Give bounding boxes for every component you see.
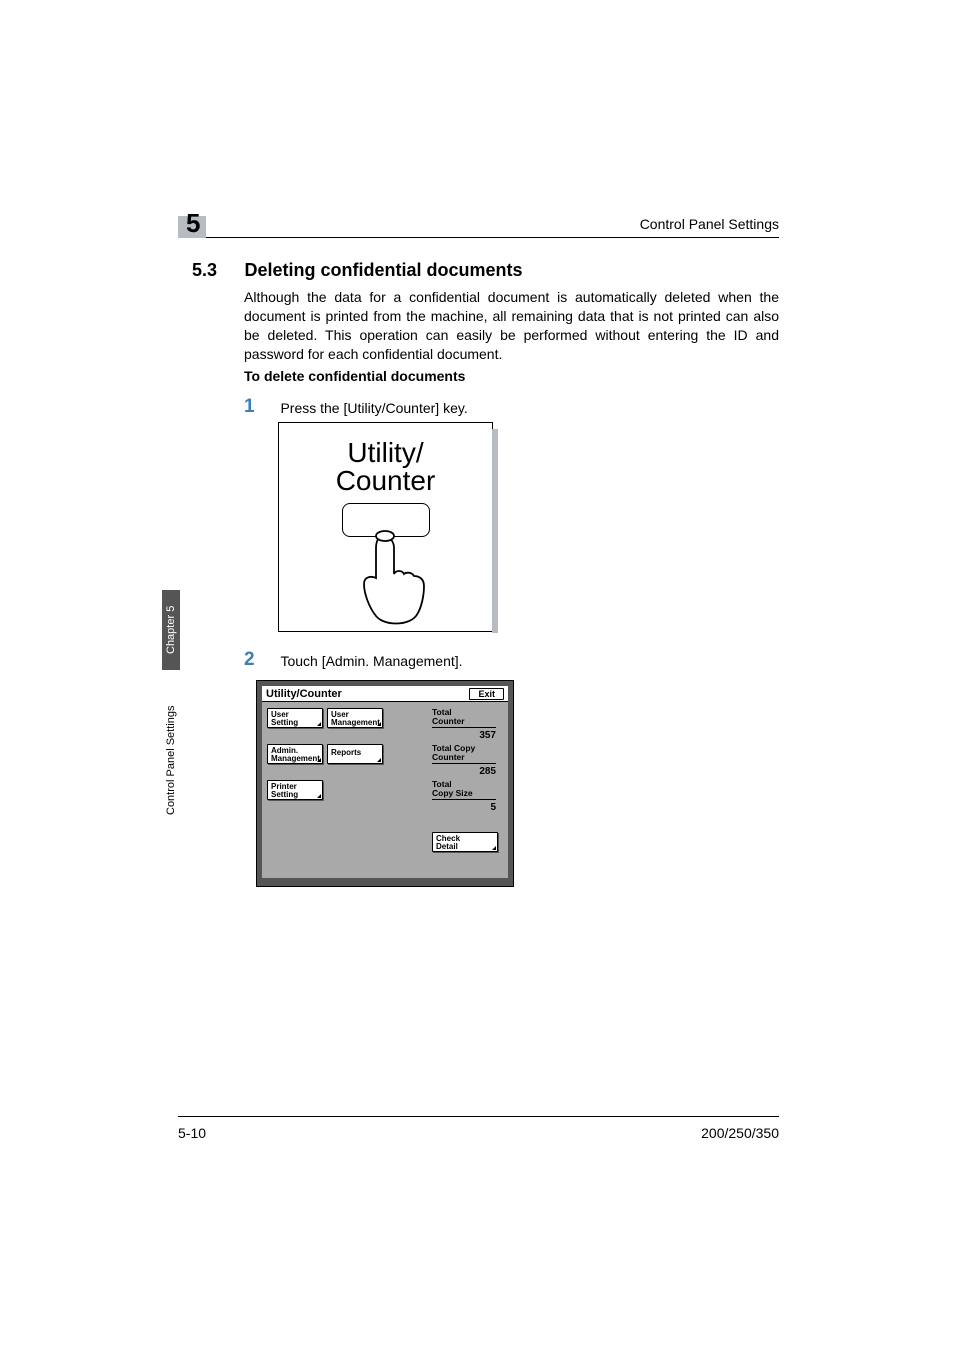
illustration-shadow: [492, 429, 498, 633]
exit-button[interactable]: Exit: [469, 688, 504, 700]
step-2-number: 2: [244, 649, 276, 671]
step-2-text: Touch [Admin. Management].: [280, 649, 462, 670]
total-counter-value: 357: [432, 730, 496, 741]
step-2: 2 Touch [Admin. Management].: [244, 649, 779, 671]
total-copy-size-value: 5: [432, 802, 496, 813]
footer-rule: [178, 1116, 779, 1117]
header-row: 5 Control Panel Settings: [178, 216, 779, 238]
side-tab: Chapter 5 Control Panel Settings: [162, 590, 180, 850]
user-setting-button[interactable]: User Setting: [267, 708, 323, 728]
sub-heading: To delete confidential documents: [244, 368, 465, 384]
section-title: Deleting confidential documents: [244, 260, 522, 281]
panel-titlebar: Utility/Counter Exit: [262, 686, 508, 702]
press-finger-icon: [354, 528, 434, 628]
user-setting-label: User Setting: [271, 710, 298, 727]
utility-counter-illustration: Utility/ Counter: [278, 422, 493, 632]
printer-setting-button[interactable]: Printer Setting: [267, 780, 323, 800]
button-corner-icon: [377, 722, 381, 726]
total-copy-size-label: Total Copy Size: [432, 780, 496, 800]
total-counter-label: Total Counter: [432, 708, 496, 728]
touch-panel-inner: Utility/Counter Exit User Setting User M…: [262, 686, 508, 878]
admin-management-button[interactable]: Admin. Management: [267, 744, 323, 764]
reports-label: Reports: [331, 748, 361, 757]
footer-model: 200/250/350: [701, 1125, 779, 1141]
total-copy-counter-label: Total Copy Counter: [432, 744, 496, 764]
reports-button[interactable]: Reports: [327, 744, 383, 764]
page: 5 Control Panel Settings 5.3 Deleting co…: [0, 0, 954, 1350]
check-detail-label: Check Detail: [436, 834, 460, 851]
button-corner-icon: [377, 758, 381, 762]
panel-body: User Setting User Management Admin. Mana…: [262, 702, 508, 878]
step-1-text: Press the [Utility/Counter] key.: [280, 396, 467, 417]
printer-setting-label: Printer Setting: [271, 782, 298, 799]
touch-panel: Utility/Counter Exit User Setting User M…: [256, 680, 514, 887]
running-title: Control Panel Settings: [640, 216, 779, 232]
button-corner-icon: [317, 794, 321, 798]
button-corner-icon: [317, 722, 321, 726]
utility-label-line2: Counter: [336, 465, 436, 496]
utility-label-line1: Utility/: [347, 437, 423, 468]
total-copy-counter-value: 285: [432, 766, 496, 777]
check-detail-button[interactable]: Check Detail: [432, 832, 498, 852]
utility-counter-label: Utility/ Counter: [279, 423, 492, 495]
side-tab-chapter: Chapter 5: [162, 590, 180, 670]
section-heading-row: 5.3 Deleting confidential documents: [192, 260, 779, 281]
chapter-number: 5: [186, 208, 200, 238]
step-1: 1 Press the [Utility/Counter] key.: [244, 396, 779, 418]
footer-page-number: 5-10: [178, 1125, 206, 1141]
side-tab-title: Control Panel Settings: [162, 670, 180, 850]
section-number: 5.3: [192, 260, 240, 281]
button-corner-icon: [317, 758, 321, 762]
panel-title: Utility/Counter: [266, 688, 342, 700]
user-management-label: User Management: [331, 710, 380, 727]
button-corner-icon: [492, 846, 496, 850]
section-body: Although the data for a confidential doc…: [244, 288, 779, 364]
step-1-number: 1: [244, 396, 276, 418]
user-management-button[interactable]: User Management: [327, 708, 383, 728]
admin-management-label: Admin. Management: [271, 746, 320, 763]
chapter-number-box: 5: [178, 216, 206, 238]
